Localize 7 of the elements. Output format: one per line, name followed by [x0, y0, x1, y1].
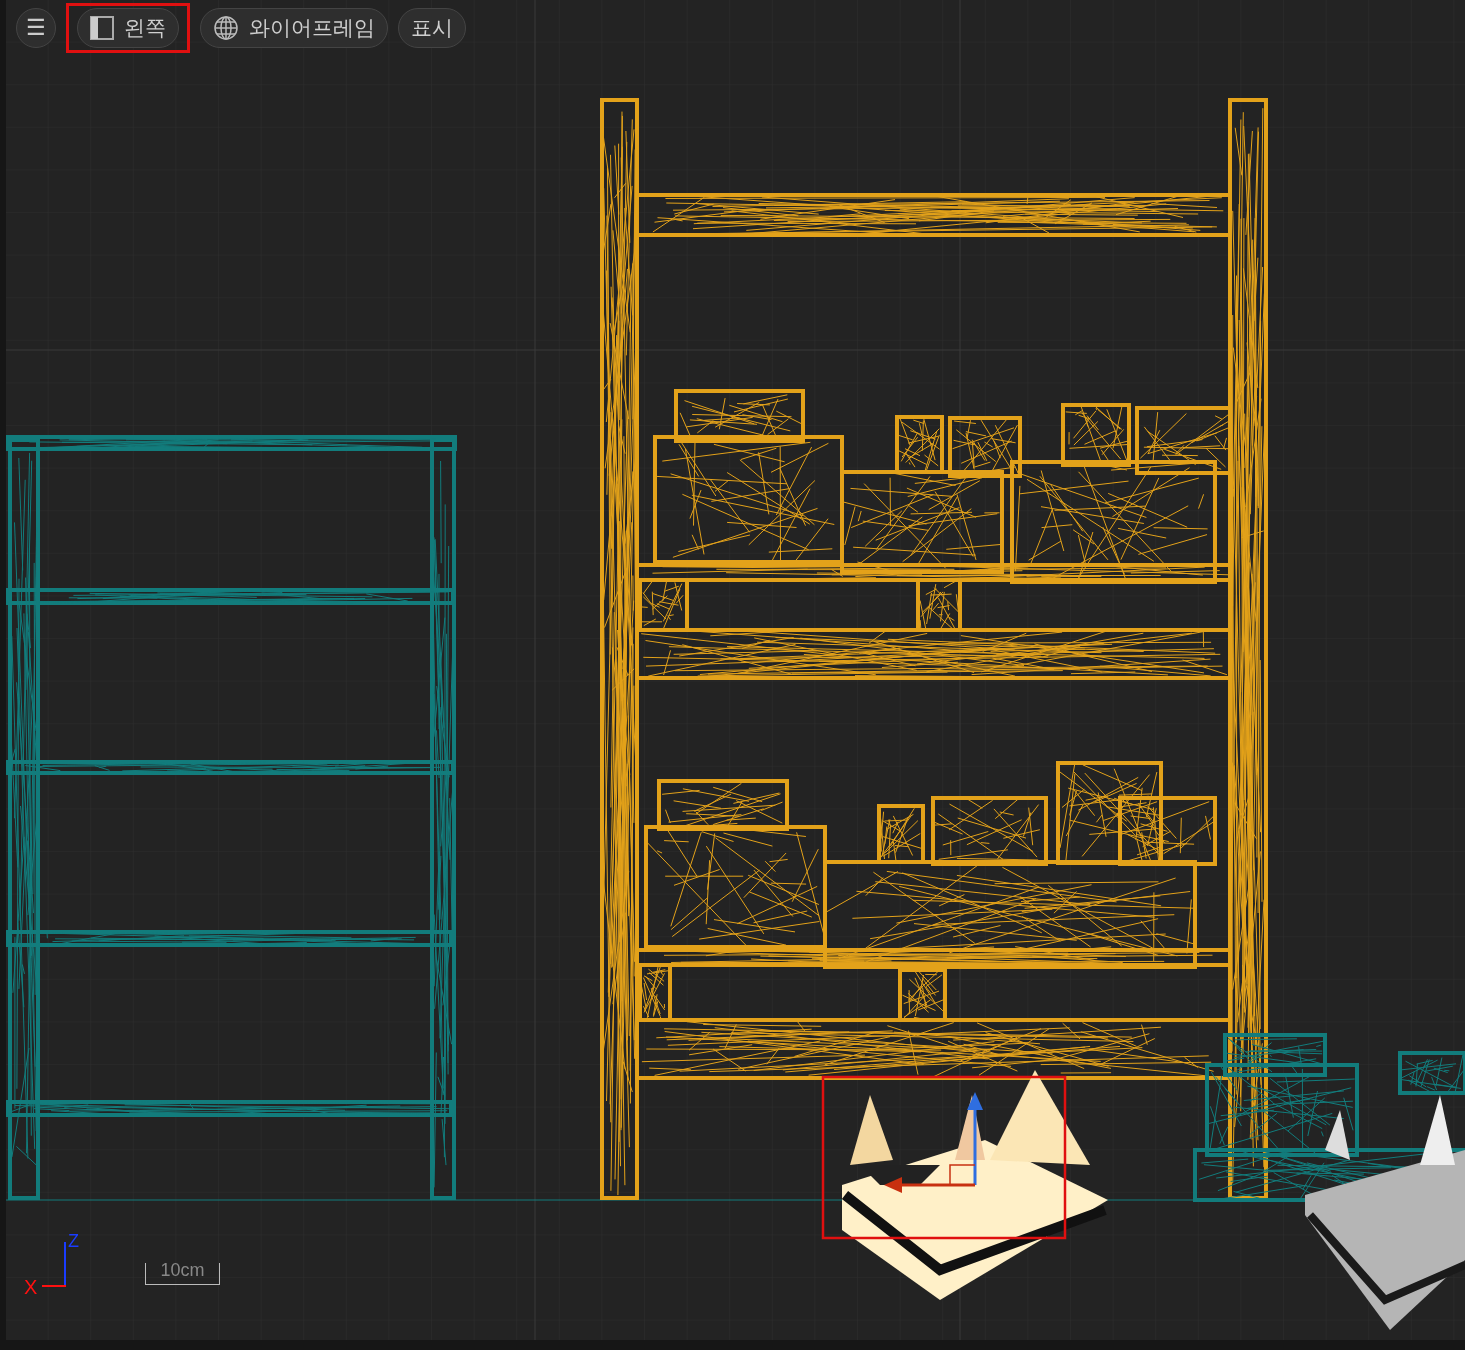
view-button[interactable]: 왼쪽: [77, 8, 179, 48]
scale-label: 10cm: [160, 1261, 205, 1279]
shading-button[interactable]: 와이어프레임: [200, 8, 388, 48]
axis-label: Z: [68, 1232, 79, 1250]
axis-label: X: [24, 1277, 38, 1297]
split-panel-icon: [90, 16, 114, 40]
globe-icon: [213, 15, 239, 41]
